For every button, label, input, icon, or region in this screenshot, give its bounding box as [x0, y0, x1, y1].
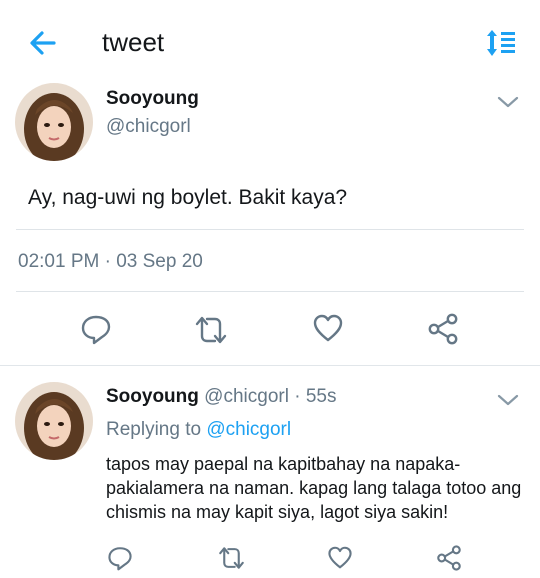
sort-icon	[487, 30, 515, 56]
share-icon	[437, 545, 461, 571]
page-title: tweet	[102, 27, 165, 57]
share-button[interactable]	[427, 313, 459, 345]
top-bar: tweet	[0, 0, 540, 84]
retweet-icon	[219, 547, 244, 569]
like-icon	[313, 314, 343, 342]
tweet-menu-button[interactable]	[496, 392, 520, 408]
display-name[interactable]: Sooyoung	[106, 386, 199, 407]
replying-prefix: Replying to	[106, 419, 202, 440]
back-button[interactable]	[26, 26, 60, 60]
tweet-timestamp: 02:01 PM · 03 Sep 20	[18, 251, 203, 272]
display-name[interactable]: Sooyoung	[106, 88, 199, 110]
retweet-icon	[195, 316, 227, 344]
divider	[16, 291, 524, 292]
reply-icon	[81, 315, 111, 345]
replying-to: Replying to @chicgorl	[106, 419, 291, 441]
avatar[interactable]	[15, 83, 93, 161]
tweet-text: tapos may paepal na kapitbahay na napaka…	[106, 454, 522, 522]
sort-button[interactable]	[484, 28, 518, 58]
replying-to-link[interactable]: @chicgorl	[206, 419, 291, 440]
share-button[interactable]	[436, 545, 462, 571]
chevron-down-icon	[497, 394, 519, 406]
like-icon	[328, 546, 352, 569]
tweet-menu-button[interactable]	[496, 94, 520, 110]
reply-button[interactable]	[80, 313, 112, 345]
time-ago: · 55s	[294, 386, 337, 407]
user-handle[interactable]: @chicgorl	[106, 116, 191, 138]
retweet-button[interactable]	[217, 545, 246, 571]
like-button[interactable]	[312, 313, 344, 343]
avatar[interactable]	[15, 382, 93, 460]
arrow-left-icon	[30, 31, 56, 55]
like-button[interactable]	[327, 545, 353, 570]
reply-icon	[108, 547, 132, 571]
reply-header: Sooyoung @chicgorl · 55s	[106, 386, 336, 408]
chevron-down-icon	[497, 96, 519, 108]
user-handle[interactable]: @chicgorl	[204, 386, 289, 407]
reply-button[interactable]	[107, 545, 133, 571]
divider	[0, 365, 540, 366]
share-icon	[428, 313, 458, 345]
divider	[16, 229, 524, 230]
tweet-text: Ay, nag-uwi ng boylet. Bakit kaya?	[28, 186, 348, 209]
retweet-button[interactable]	[193, 314, 229, 346]
